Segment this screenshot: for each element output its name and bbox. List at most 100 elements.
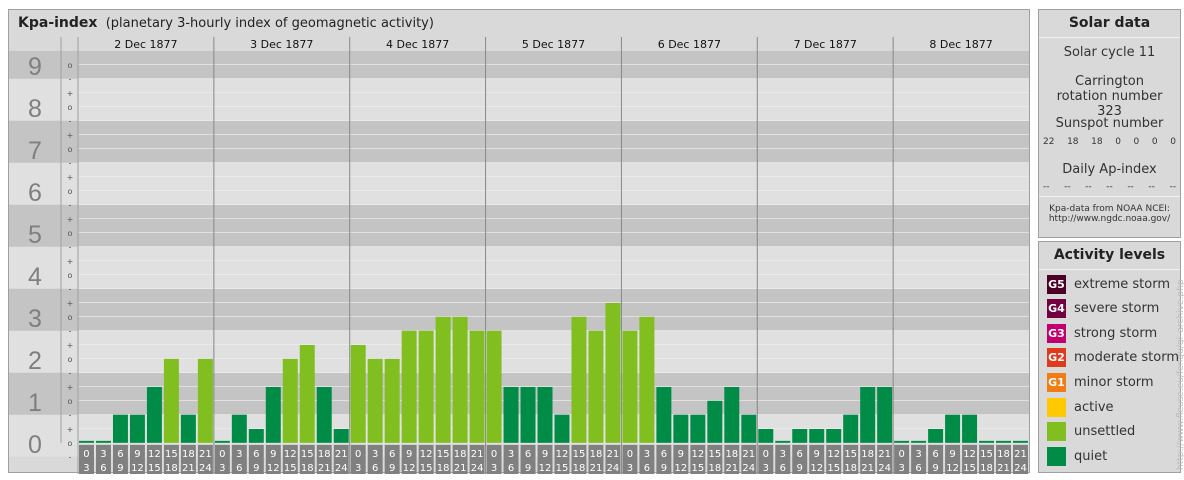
kp-bar <box>622 330 638 443</box>
interval-end-label: 18 <box>573 463 586 474</box>
interval-start-label: 21 <box>878 449 891 460</box>
kp-bar <box>435 316 451 443</box>
y-subtick-label: o <box>68 439 73 448</box>
kp-bar <box>962 414 978 443</box>
y-subtick-label: + <box>67 425 74 434</box>
interval-end-label: 18 <box>301 463 314 474</box>
interval-end-label: 3 <box>898 463 904 474</box>
interval-end-label: 18 <box>437 463 450 474</box>
interval-start-label: 0 <box>763 449 769 460</box>
interval-start-label: 12 <box>963 449 976 460</box>
interval-start-label: 9 <box>814 449 820 460</box>
interval-start-label: 18 <box>725 449 738 460</box>
sunspot-value: 22 <box>1043 137 1055 147</box>
activity-level-swatch: G5 <box>1047 274 1066 294</box>
kp-bar <box>605 303 621 443</box>
kp-bar <box>486 330 502 443</box>
interval-end-label: 24 <box>878 463 891 474</box>
day-label: 3 Dec 1877 <box>250 38 313 51</box>
sunspot-value: 18 <box>1067 137 1079 147</box>
solar-data-title: Solar data <box>1068 15 1151 31</box>
activity-level-swatch <box>1047 422 1066 442</box>
interval-end-label: 24 <box>742 463 755 474</box>
y-tick-label: 0 <box>28 431 42 459</box>
interval-end-label: 3 <box>763 463 769 474</box>
band <box>9 372 1029 415</box>
y-subtick-label: + <box>67 257 74 266</box>
ap-title: Daily Ap-index <box>1062 162 1157 177</box>
sunspot-values: 22 18 18 0 0 0 0 <box>1043 137 1176 147</box>
interval-start-label: 12 <box>691 449 704 460</box>
kp-bar <box>79 440 94 443</box>
kp-bar <box>469 330 485 443</box>
interval-end-label: 18 <box>165 463 178 474</box>
kpa-chart-panel: Kpa-index (planetary 3-hourly index of g… <box>8 9 1030 474</box>
interval-end-label: 15 <box>148 463 161 474</box>
y-tick-label: 8 <box>28 95 42 123</box>
band <box>9 204 1029 247</box>
kp-bar <box>911 440 927 443</box>
kp-bar <box>265 387 281 443</box>
kp-bar <box>792 429 808 443</box>
y-subtick-label: + <box>67 215 74 224</box>
kp-bar <box>707 400 723 443</box>
kp-bar <box>350 345 366 443</box>
y-subtick-label: o <box>68 103 73 112</box>
interval-end-label: 9 <box>661 463 667 474</box>
interval-end-label: 21 <box>997 463 1010 474</box>
interval-end-label: 18 <box>980 463 993 474</box>
y-subtick-label: o <box>68 397 73 406</box>
source-line-2: http://www.ngdc.noaa.gov/ <box>1048 214 1171 224</box>
interval-start-label: 12 <box>420 449 433 460</box>
interval-start-label: 9 <box>134 449 140 460</box>
y-subtick-label: + <box>67 341 74 350</box>
interval-start-label: 15 <box>708 449 721 460</box>
interval-start-label: 0 <box>355 449 361 460</box>
interval-start-label: 9 <box>406 449 412 460</box>
interval-end-label: 15 <box>827 463 840 474</box>
band <box>9 162 1029 205</box>
activity-level-label: strong storm <box>1074 325 1158 341</box>
activity-level-label: unsettled <box>1074 424 1136 440</box>
interval-start-label: 15 <box>844 449 857 460</box>
kp-bar <box>894 440 910 443</box>
y-tick-label: 4 <box>28 263 42 291</box>
interval-end-label: 6 <box>780 463 786 474</box>
interval-end-label: 9 <box>389 463 395 474</box>
solar-data-panel: Solar data Solar cycle 11 Carrington rot… <box>1038 9 1181 238</box>
kp-bar <box>809 429 825 443</box>
kp-bar <box>163 358 179 443</box>
kp-bar <box>180 414 196 443</box>
interval-end-label: 24 <box>471 463 484 474</box>
activity-level-swatch: G2 <box>1047 348 1066 368</box>
y-subtick-label: - <box>69 411 72 420</box>
divider <box>1039 269 1180 270</box>
interval-start-label: 6 <box>253 449 259 460</box>
activity-level-item: quiet <box>1047 446 1107 466</box>
interval-start-label: 12 <box>148 449 161 460</box>
interval-start-label: 0 <box>219 449 225 460</box>
interval-end-label: 12 <box>946 463 959 474</box>
interval-start-label: 15 <box>573 449 586 460</box>
interval-start-label: 0 <box>627 449 633 460</box>
kp-bar <box>299 345 315 443</box>
interval-end-label: 6 <box>372 463 378 474</box>
y-tick-label: 7 <box>28 137 42 165</box>
y-subtick-label: o <box>68 145 73 154</box>
interval-end-label: 21 <box>454 463 467 474</box>
activity-levels-panel: Activity levels G5 extreme storm G4 severe … <box>1038 241 1181 473</box>
interval-end-label: 9 <box>797 463 803 474</box>
solar-cycle: Solar cycle 11 <box>1063 45 1156 60</box>
kp-bar <box>95 440 111 443</box>
day-label: 2 Dec 1877 <box>114 38 177 51</box>
ap-value: -- <box>1169 182 1176 192</box>
kp-bar <box>979 440 995 443</box>
day-label: 5 Dec 1877 <box>522 38 585 51</box>
kp-bar <box>316 387 332 443</box>
band <box>9 246 1029 289</box>
interval-end-label: 3 <box>491 463 497 474</box>
kp-bar <box>758 429 774 443</box>
interval-start-label: 18 <box>454 449 467 460</box>
interval-start-label: 21 <box>1014 449 1027 460</box>
kp-bar <box>826 429 842 443</box>
